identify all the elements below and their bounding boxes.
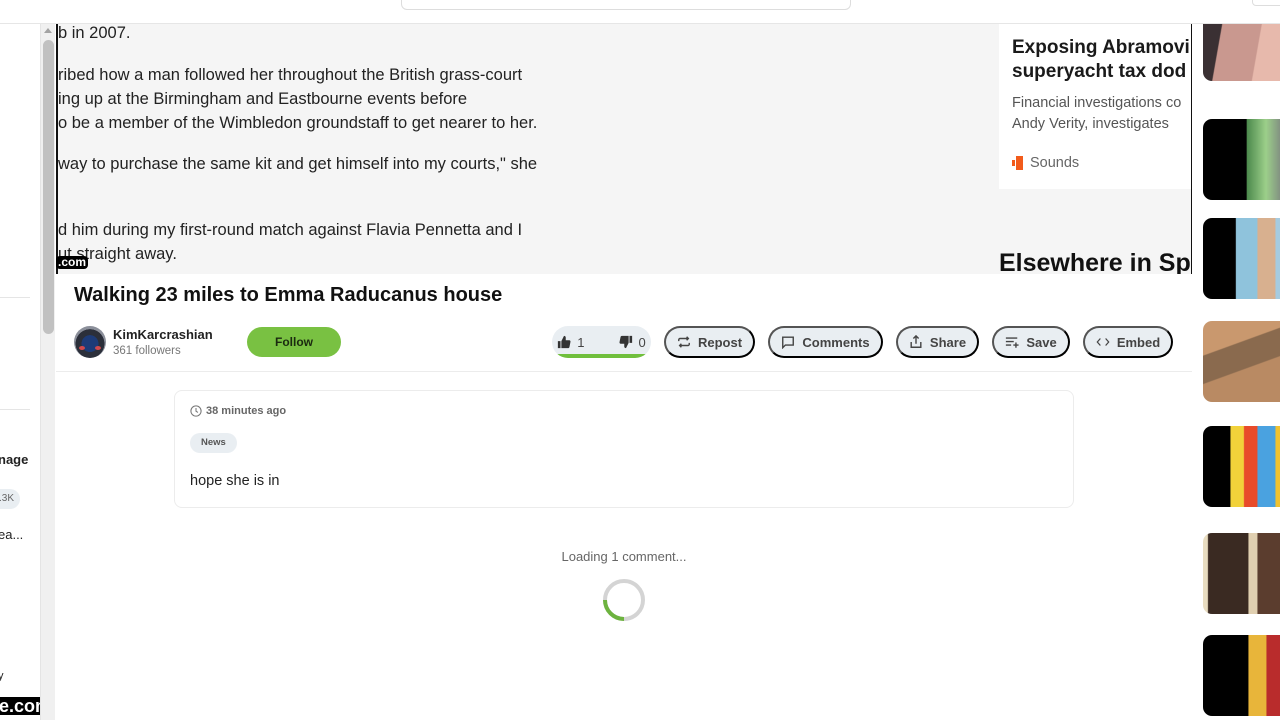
video-thumbnail[interactable] — [1203, 533, 1280, 614]
scrollbar[interactable] — [40, 24, 55, 720]
comments-button[interactable]: Comments — [768, 326, 883, 358]
sidebar-item-fragment: y — [0, 670, 4, 682]
article-text-line: o be a member of the Wimbledon groundsta… — [58, 114, 538, 132]
recommendations-rail — [1192, 24, 1280, 720]
article-text-line: b in 2007. — [58, 24, 131, 42]
article-text-line: way to purchase the same kit and get him… — [58, 155, 538, 173]
author-followers: 361 followers — [113, 345, 181, 357]
sidebar-item-fragment[interactable]: nage — [0, 452, 28, 467]
video-thumbnail[interactable] — [1203, 119, 1280, 200]
video-thumbnail[interactable] — [1203, 635, 1280, 716]
promo-title: Exposing Abramovi superyacht tax dod — [1012, 36, 1191, 84]
save-button[interactable]: Save — [992, 326, 1070, 358]
article-text-line: ing up at the Birmingham and Eastbourne … — [58, 90, 468, 108]
promo-title-line: superyacht tax dod — [1012, 61, 1187, 82]
promo-desc-line: Financial investigations co — [1012, 95, 1182, 111]
comments-label: Comments — [802, 334, 870, 350]
clock-icon — [190, 405, 202, 417]
top-bar — [0, 0, 1280, 24]
loading-spinner-icon — [603, 579, 645, 621]
scroll-up-arrow-icon[interactable] — [44, 28, 52, 33]
repost-label: Repost — [697, 334, 743, 350]
post-title: Walking 23 miles to Emma Raducanus house — [74, 284, 503, 306]
left-sidebar: nage .3K ea... y — [0, 24, 40, 720]
address-search-box[interactable] — [401, 0, 851, 10]
post-body: hope she is in — [190, 473, 280, 489]
vote-ratio-bar — [552, 354, 651, 358]
sounds-icon — [1012, 156, 1023, 170]
promo-description: Financial investigations co Andy Verity,… — [1012, 93, 1181, 135]
share-icon — [910, 335, 922, 348]
top-right-control[interactable] — [1252, 0, 1280, 6]
share-label: Share — [929, 334, 967, 350]
embed-label: Embed — [1116, 334, 1161, 350]
code-icon — [1096, 338, 1110, 346]
comments-loading-text: Loading 1 comment... — [561, 549, 687, 564]
author-name[interactable]: KimKarcrashian — [113, 327, 213, 342]
sidebar-divider — [0, 409, 30, 410]
follow-button[interactable]: Follow — [247, 327, 341, 357]
promo-title-line: Exposing Abramovi — [1012, 37, 1190, 58]
promo-desc-line: Andy Verity, investigates — [1012, 116, 1169, 132]
article-text-line: ribed how a man followed her throughout … — [58, 66, 523, 84]
post-card: 38 minutes ago News hope she is in — [174, 390, 1074, 508]
sidebar-item-fragment[interactable]: ea... — [0, 527, 23, 542]
watermark: .com — [56, 255, 89, 269]
promo-source-label: Sounds — [1030, 155, 1080, 171]
sidebar-count-pill: .3K — [0, 489, 20, 509]
video-thumbnail[interactable] — [1203, 218, 1280, 299]
embed-button[interactable]: Embed — [1083, 326, 1173, 358]
timestamp-label: 38 minutes ago — [206, 405, 287, 417]
category-tag[interactable]: News — [190, 433, 237, 453]
vote-pill: 1 0 — [552, 326, 651, 358]
repost-button[interactable]: Repost — [664, 326, 755, 358]
upvote-count: 1 — [577, 334, 585, 350]
scrollbar-thumb[interactable] — [43, 40, 54, 334]
comment-icon — [782, 336, 795, 349]
article-text-line: d him during my first-round match agains… — [58, 221, 523, 239]
post-timestamp: 38 minutes ago — [190, 405, 286, 417]
avatar[interactable] — [74, 326, 106, 358]
promo-source: Sounds — [1012, 155, 1079, 171]
embedded-article-image: b in 2007. ribed how a man followed her … — [56, 24, 1192, 274]
share-button[interactable]: Share — [896, 326, 979, 358]
sidebar-divider — [0, 297, 30, 298]
thumbs-up-icon — [558, 335, 571, 349]
header-divider — [56, 371, 1192, 372]
section-heading: Elsewhere in Sp — [999, 249, 1191, 274]
video-thumbnail[interactable] — [1203, 426, 1280, 507]
video-thumbnail[interactable] — [1203, 24, 1280, 81]
save-playlist-icon — [1006, 337, 1019, 348]
thumbs-down-icon — [618, 335, 632, 349]
repost-icon — [678, 336, 690, 348]
save-label: Save — [1026, 334, 1057, 350]
video-thumbnail[interactable] — [1203, 321, 1280, 402]
downvote-count: 0 — [638, 334, 646, 350]
promo-card: Exposing Abramovi superyacht tax dod Fin… — [999, 24, 1191, 189]
